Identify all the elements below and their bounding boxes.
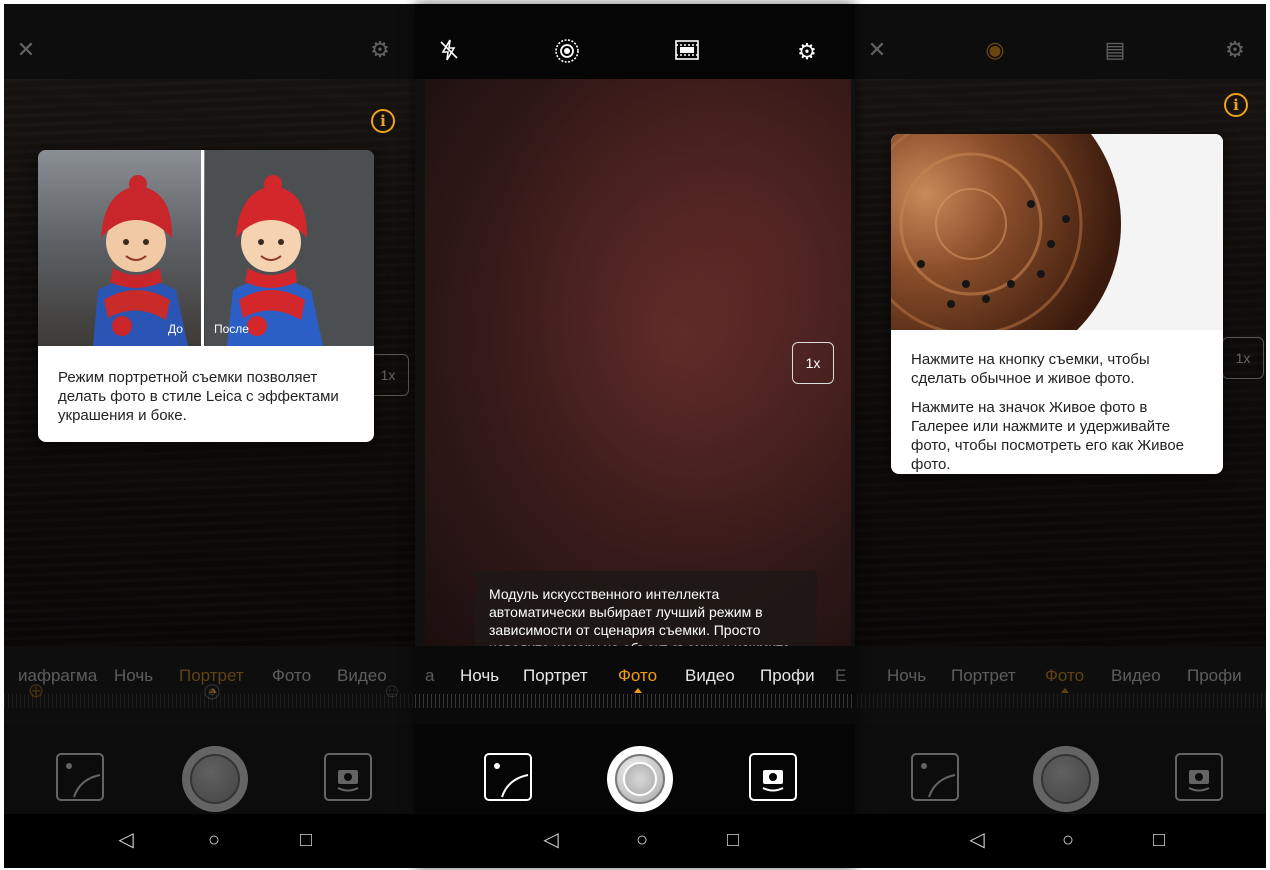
mode-video[interactable]: Видео	[337, 666, 387, 686]
viewfinder: i 1x	[845, 79, 1266, 646]
recents-icon[interactable]: □	[721, 828, 745, 852]
switch-camera-button[interactable]	[749, 753, 797, 801]
ai-mode-icon[interactable]	[553, 38, 581, 66]
mode-portrait[interactable]: Портрет	[523, 666, 588, 686]
mode-photo[interactable]: Фото	[1045, 666, 1084, 686]
switch-camera-button[interactable]	[1175, 753, 1223, 801]
mode-selector[interactable]: иафрагма Ночь Портрет Фото Видео Е	[4, 646, 424, 724]
mode-selector[interactable]: Ночь Портрет Фото Видео Профи	[845, 646, 1266, 724]
before-label: До	[168, 322, 183, 336]
system-nav-bar: ◁ ○ □	[4, 814, 424, 868]
gallery-thumbnail[interactable]	[56, 753, 104, 801]
mode-selector[interactable]: а Ночь Портрет Фото Видео Профи Е	[415, 646, 855, 724]
zoom-button[interactable]: 1x	[792, 342, 834, 384]
zoom-button[interactable]: 1x	[1222, 337, 1264, 379]
home-icon[interactable]: ○	[630, 828, 654, 852]
ai-mode-icon[interactable]: ◉	[981, 36, 1009, 64]
moving-picture-icon[interactable]	[673, 38, 701, 66]
system-nav-bar: ◁ ○ □	[845, 814, 1266, 868]
gallery-thumbnail[interactable]	[484, 753, 532, 801]
camera-controls	[415, 724, 855, 814]
before-after-image: До После	[38, 150, 374, 346]
flash-off-icon[interactable]: ✕	[12, 36, 40, 64]
moving-picture-icon[interactable]: ▤	[1101, 36, 1129, 64]
active-mode-caret	[209, 688, 217, 693]
after-label: После	[214, 322, 249, 336]
mode-video[interactable]: Видео	[1111, 666, 1161, 686]
home-icon[interactable]: ○	[202, 828, 226, 852]
shutter-button[interactable]	[607, 746, 673, 812]
right-screenshot: ✕ ◉ ▤ ⚙ i 1x Нажмите на кнопку съемки, ч…	[845, 4, 1266, 868]
top-toolbar: ⚙	[415, 4, 855, 79]
camera-controls	[4, 724, 424, 814]
home-icon[interactable]: ○	[1056, 828, 1080, 852]
shutter-button[interactable]	[1033, 746, 1099, 812]
system-nav-bar: ◁ ○ □	[415, 814, 855, 868]
active-mode-caret	[634, 688, 642, 693]
camera-controls	[845, 724, 1266, 814]
gear-icon[interactable]: ⚙	[1221, 36, 1249, 64]
back-icon[interactable]: ◁	[539, 828, 563, 852]
mode-pro[interactable]: Профи	[760, 666, 815, 686]
card-text-1: Нажмите на кнопку съемки, чтобы сделать …	[911, 351, 1150, 387]
switch-camera-button[interactable]	[324, 753, 372, 801]
spinning-top-illustration	[891, 134, 1223, 374]
live-photo-tip-card: Нажмите на кнопку съемки, чтобы сделать …	[891, 134, 1223, 474]
child-photo-illustration	[38, 150, 374, 346]
gear-icon[interactable]: ⚙	[366, 36, 394, 64]
top-toolbar: ✕ ◉ ▤ ⚙	[845, 4, 1266, 79]
mode-pro[interactable]: Профи	[1187, 666, 1242, 686]
flash-off-icon[interactable]	[435, 38, 463, 66]
recents-icon[interactable]: □	[294, 828, 318, 852]
info-icon[interactable]: i	[1224, 93, 1248, 117]
card-text-2: Нажмите на значок Живое фото в Галерее и…	[911, 399, 1185, 473]
mode-previous[interactable]: а	[425, 666, 434, 686]
portrait-tip-card: До После Режим портретной съемки позволя…	[38, 150, 374, 442]
shutter-button[interactable]	[182, 746, 248, 812]
mode-night[interactable]: Ночь	[460, 666, 499, 686]
recents-icon[interactable]: □	[1147, 828, 1171, 852]
back-icon[interactable]: ◁	[965, 828, 989, 852]
info-icon[interactable]: i	[371, 109, 395, 133]
mode-portrait[interactable]: Портрет	[179, 666, 244, 686]
mode-aperture[interactable]: иафрагма	[18, 666, 97, 686]
mode-photo[interactable]: Фото	[618, 666, 657, 686]
mode-portrait[interactable]: Портрет	[951, 666, 1016, 686]
mode-night[interactable]: Ночь	[114, 666, 153, 686]
left-screenshot: ✕ ⚙ i 1x До После Режим портретной съемк…	[4, 4, 424, 868]
top-toolbar: ✕ ⚙	[4, 4, 424, 79]
back-icon[interactable]: ◁	[114, 828, 138, 852]
active-mode-caret	[1061, 688, 1069, 693]
flash-off-icon[interactable]: ✕	[863, 36, 891, 64]
mode-night[interactable]: Ночь	[887, 666, 926, 686]
card-text: Режим портретной съемки позволяет делать…	[58, 369, 339, 424]
center-screenshot: ⚙ 1x Модуль искусственного интеллекта ав…	[415, 4, 855, 868]
gallery-thumbnail[interactable]	[911, 753, 959, 801]
mode-more[interactable]: Е	[835, 666, 846, 686]
mode-video[interactable]: Видео	[685, 666, 735, 686]
live-photo-image	[891, 134, 1223, 374]
viewfinder: i 1x	[4, 79, 424, 702]
mode-photo[interactable]: Фото	[272, 666, 311, 686]
viewfinder: 1x Модуль искусственного интеллекта авто…	[425, 79, 851, 705]
gear-icon[interactable]: ⚙	[793, 38, 821, 66]
